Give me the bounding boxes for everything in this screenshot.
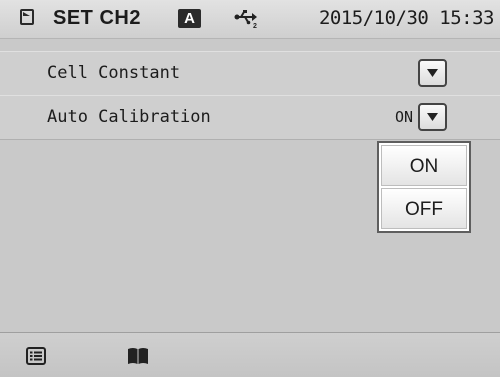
option-off[interactable]: OFF [381, 188, 467, 229]
setting-row-cell-constant[interactable]: Cell Constant [0, 51, 500, 96]
setting-value: ON [394, 108, 413, 126]
option-on[interactable]: ON [381, 145, 467, 186]
screen-title: SET CH2 [53, 7, 141, 29]
mode-badge: A [178, 9, 201, 28]
setup-mode-icon [20, 9, 34, 25]
datetime: 2015/10/30 15:33 [318, 7, 495, 29]
list-icon[interactable] [26, 347, 46, 370]
dropdown-button[interactable] [418, 103, 447, 131]
dropdown-button[interactable] [418, 59, 447, 87]
dropdown-list: ON OFF [377, 141, 471, 233]
svg-text:2: 2 [253, 23, 257, 29]
status-bar: SET CH2 A 2 2015/10/30 15:33 [0, 0, 500, 39]
setting-label: Cell Constant [47, 63, 181, 83]
setting-label: Auto Calibration [47, 107, 211, 127]
chevron-down-icon [427, 69, 438, 77]
chevron-down-icon [427, 113, 438, 121]
setting-row-auto-calibration[interactable]: Auto Calibration ON [0, 95, 500, 140]
book-icon[interactable] [127, 347, 149, 370]
bottom-toolbar [0, 332, 500, 377]
usb-icon: 2 [234, 9, 260, 34]
